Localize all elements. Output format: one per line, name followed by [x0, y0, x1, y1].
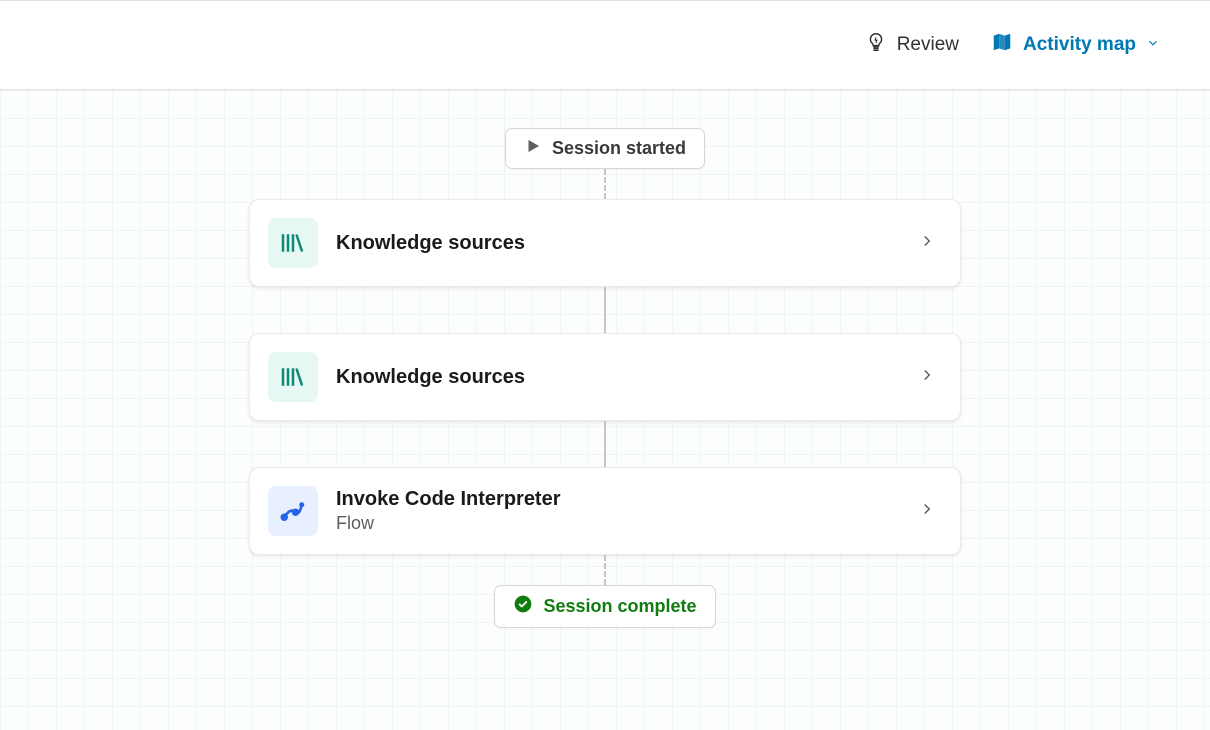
chevron-right-icon	[918, 366, 936, 389]
node-title: Knowledge sources	[336, 232, 900, 255]
session-started-pill[interactable]: Session started	[505, 128, 705, 169]
knowledge-icon	[268, 218, 318, 268]
session-complete-pill[interactable]: Session complete	[494, 585, 715, 628]
connector	[604, 287, 606, 333]
session-started-label: Session started	[552, 138, 686, 159]
node-knowledge-sources[interactable]: Knowledge sources	[249, 199, 961, 287]
node-text: Knowledge sources	[336, 366, 900, 389]
node-subtitle: Flow	[336, 513, 900, 534]
activity-map-label: Activity map	[1023, 34, 1136, 56]
lightbulb-icon	[865, 31, 887, 59]
node-invoke-code-interpreter[interactable]: Invoke Code Interpreter Flow	[249, 467, 961, 555]
flow-icon	[268, 486, 318, 536]
map-icon	[991, 31, 1013, 59]
review-label: Review	[897, 34, 959, 56]
chevron-down-icon	[1146, 34, 1160, 56]
play-icon	[524, 137, 542, 160]
connector	[604, 421, 606, 467]
check-circle-icon	[513, 594, 533, 619]
chevron-right-icon	[918, 232, 936, 255]
review-button[interactable]: Review	[865, 31, 959, 59]
node-title: Knowledge sources	[336, 366, 900, 389]
chevron-right-icon	[918, 500, 936, 523]
node-knowledge-sources[interactable]: Knowledge sources	[249, 333, 961, 421]
top-bar: Review Activity map	[0, 0, 1210, 90]
node-title: Invoke Code Interpreter	[336, 488, 900, 511]
activity-canvas[interactable]: Session started Knowledge sources	[0, 90, 1210, 730]
connector	[604, 555, 606, 585]
node-text: Knowledge sources	[336, 232, 900, 255]
activity-map-button[interactable]: Activity map	[991, 31, 1160, 59]
node-text: Invoke Code Interpreter Flow	[336, 488, 900, 534]
session-complete-label: Session complete	[543, 596, 696, 617]
flow-container: Session started Knowledge sources	[249, 128, 961, 628]
knowledge-icon	[268, 352, 318, 402]
connector	[604, 169, 606, 199]
